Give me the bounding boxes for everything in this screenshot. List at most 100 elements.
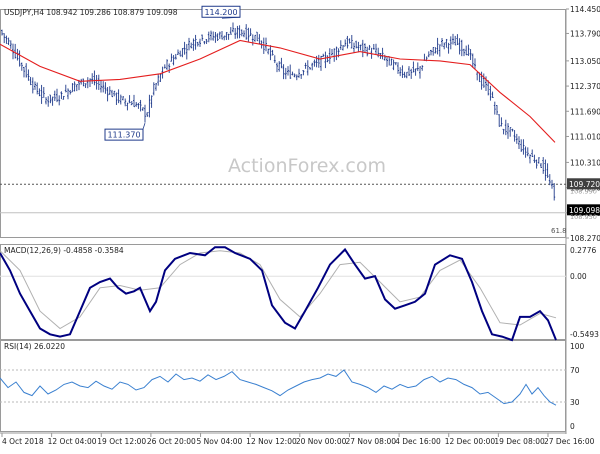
ohlc-bar	[14, 43, 17, 59]
ohlc-bar	[287, 66, 289, 76]
ohlc-bar	[324, 51, 327, 69]
ohlc-bar	[1, 29, 3, 36]
ohlc-bar	[300, 74, 303, 79]
ohlc-bar	[254, 34, 256, 42]
ohlc-bar	[493, 101, 496, 115]
ohlc-bar	[210, 30, 212, 41]
ohlc-bar	[111, 89, 113, 98]
ohlc-bar	[405, 71, 408, 79]
x-tick-label: 12 Oct 04:00	[48, 437, 97, 446]
ohlc-bar	[524, 146, 527, 158]
x-tick-label: 4 Oct 2018	[2, 437, 44, 446]
ohlc-bar	[518, 136, 520, 150]
ohlc-bar	[113, 90, 116, 97]
ohlc-bar	[357, 41, 360, 53]
hidden-price-label: 108.990	[570, 187, 597, 195]
ohlc-bar	[434, 47, 437, 54]
rsi-line	[0, 369, 557, 406]
ohlc-bar	[284, 67, 287, 80]
ohlc-bar	[273, 55, 276, 64]
x-tick-label: 27 Dec 16:00	[544, 437, 595, 446]
ohlc-bar	[150, 95, 153, 108]
ohlc-bar	[515, 133, 518, 144]
ohlc-bar	[45, 97, 47, 105]
ohlc-bar	[146, 111, 149, 117]
ohlc-bar	[476, 71, 479, 81]
ohlc-bar	[399, 67, 402, 77]
ohlc-bar	[137, 102, 140, 109]
ohlc-bar	[408, 66, 410, 76]
ohlc-bar	[117, 89, 120, 104]
ohlc-bar	[190, 42, 193, 49]
ohlc-bar	[498, 114, 501, 127]
x-tick-label: 19 Dec 08:00	[494, 437, 545, 446]
ohlc-bar	[25, 63, 28, 78]
ohlc-bar	[540, 163, 542, 168]
ohlc-bar	[249, 28, 252, 36]
ohlc-bar	[500, 117, 503, 127]
ohlc-bar	[465, 45, 468, 56]
rsi-tick-label: 30	[570, 398, 580, 407]
ohlc-bar	[236, 25, 239, 39]
ohlc-bar	[311, 62, 314, 71]
ohlc-bar	[333, 48, 336, 62]
ohlc-bar	[412, 61, 415, 73]
ohlc-bar	[496, 105, 498, 116]
macd-tick-label: -0.5493	[570, 330, 599, 339]
watermark: ActionForex.com	[228, 155, 386, 177]
ohlc-bar	[386, 56, 388, 67]
ohlc-bar	[42, 87, 45, 98]
macd-panel-frame	[0, 244, 566, 340]
ohlc-bar	[91, 73, 94, 84]
fib-price-label: 108.950	[570, 213, 597, 221]
ohlc-bar	[108, 86, 111, 95]
ohlc-bar	[454, 35, 457, 46]
rsi-panel-frame	[0, 340, 566, 432]
price-tick-label: 113.050	[570, 57, 600, 66]
ohlc-bar	[289, 64, 292, 79]
ohlc-bar	[196, 41, 199, 47]
ohlc-bar	[331, 48, 333, 56]
macd-signal-line	[0, 250, 557, 330]
ohlc-bar	[216, 33, 219, 41]
ohlc-bar	[234, 27, 237, 39]
ohlc-bar	[542, 157, 545, 174]
ohlc-bar	[504, 119, 507, 136]
ohlc-bar	[436, 37, 439, 55]
ohlc-bar	[7, 37, 10, 46]
ohlc-bar	[392, 59, 395, 71]
ohlc-bar	[535, 159, 538, 169]
x-tick-label: 4 Dec 16:00	[395, 437, 441, 446]
ohlc-bar	[394, 62, 397, 66]
x-tick-label: 19 Oct 12:00	[97, 437, 146, 446]
ohlc-bar	[326, 55, 329, 63]
ohlc-bar	[144, 104, 146, 123]
main-title: USDJPY,H4 108.942 109.286 108.879 109.09…	[4, 8, 178, 17]
ohlc-bar	[23, 66, 25, 78]
ohlc-bar	[471, 53, 474, 68]
ohlc-bar	[469, 49, 472, 60]
ohlc-bar	[463, 48, 465, 57]
ohlc-bar	[181, 48, 184, 58]
ohlc-bar	[100, 80, 102, 93]
macd-tick-label: 0.2776	[570, 246, 596, 255]
ohlc-bar	[410, 68, 413, 79]
ohlc-bar	[548, 174, 551, 186]
ohlc-bar	[5, 35, 8, 44]
x-tick-label: 20 Nov 00:00	[296, 437, 347, 446]
ohlc-bar	[520, 139, 523, 152]
ohlc-bar	[346, 35, 349, 49]
ohlc-bar	[544, 159, 547, 181]
ohlc-bar	[223, 35, 226, 41]
ohlc-bar	[201, 34, 204, 41]
ohlc-bar	[89, 78, 91, 87]
ohlc-bar	[256, 31, 259, 42]
ohlc-bar	[302, 70, 305, 76]
ohlc-bar	[265, 37, 267, 52]
ohlc-bar	[427, 51, 430, 58]
ohlc-bar	[355, 40, 358, 49]
x-tick-label: 27 Nov 08:00	[345, 437, 396, 446]
ohlc-bar	[199, 38, 201, 47]
ohlc-bar	[421, 65, 424, 71]
ohlc-bar	[377, 47, 380, 58]
